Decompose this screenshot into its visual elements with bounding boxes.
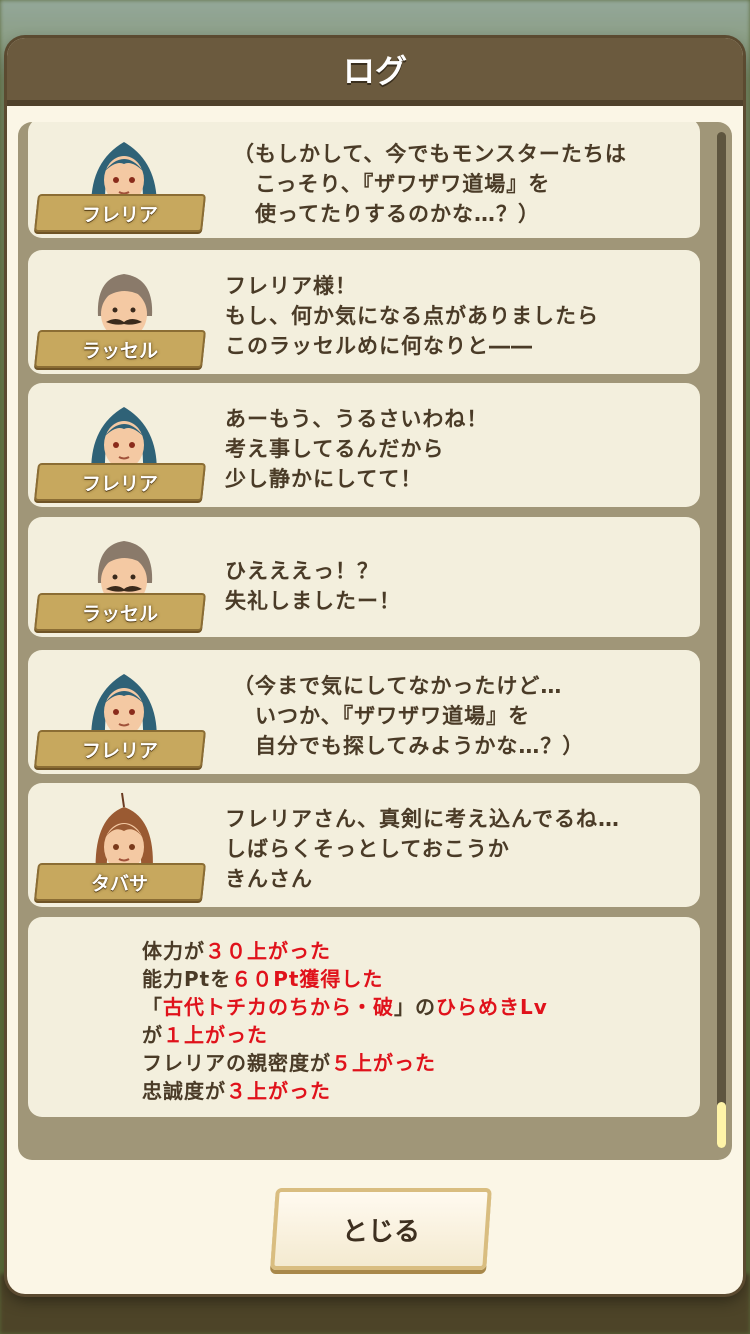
dialogue-line: フレリア様！ [225, 274, 357, 298]
close-button-label: とじる [341, 1216, 420, 1247]
speaker-nameplate: フレリア [34, 730, 206, 768]
speaker-nameplate: フレリア [34, 463, 206, 501]
result-text: 」の [394, 995, 436, 1019]
result-text: が [142, 1023, 163, 1047]
modal-header: ログ [7, 38, 743, 106]
log-entry: ラッセル フレリア様！ もし、何か気になる点がありましたら このラッセルめに何なりと―… [28, 250, 700, 374]
results-card: 体力が３０上がった 能力Ptを６０Pt獲得した 「古代トチカのちから・破」のひらめき… [28, 917, 700, 1117]
result-value: ひらめきLv [436, 995, 548, 1019]
speaker-nameplate: ラッセル [34, 330, 206, 368]
result-line: 忠誠度が３上がった [142, 1075, 331, 1104]
result-value: ５上がった [331, 1051, 436, 1075]
dialogue-line: このラッセルめに何なりと―― [225, 334, 533, 358]
dialogue-line: （今まで気にしてなかったけど… [233, 674, 563, 698]
dialogue-line: 少し静かにしてて！ [225, 467, 423, 491]
result-line: フレリアの親密度が５上がった [142, 1047, 436, 1076]
result-line: 能力Ptを６０Pt獲得した [142, 963, 383, 992]
log-modal: ログ フレリア （もしかして、今でもモンスターたちは こっそり、『ザワザワ道場』を… [7, 38, 743, 1294]
log-scroll-area[interactable]: フレリア （もしかして、今でもモンスターたちは こっそり、『ザワザワ道場』を 使っ… [18, 122, 732, 1160]
log-entry: フレリア （もしかして、今でもモンスターたちは こっそり、『ザワザワ道場』を 使っ… [28, 122, 700, 238]
result-value: ３０上がった [205, 939, 331, 963]
speaker-name: フレリア [81, 203, 158, 226]
result-value: ６０Pt獲得した [231, 967, 384, 991]
log-entry: フレリア （今まで気にしてなかったけど… いつか、『ザワザワ道場』を 自分でも探し… [28, 650, 700, 774]
dialogue-line: （もしかして、今でもモンスターたちは [233, 142, 627, 166]
result-text: 忠誠度が [142, 1079, 226, 1103]
speaker-name: タバサ [91, 872, 149, 895]
result-value: 古代トチカのちから・破 [163, 995, 394, 1019]
dialogue-line: あーもう、うるさいわね！ [225, 407, 489, 431]
dialogue-line: しばらくそっとしておこうか [225, 837, 510, 861]
result-text: 「 [142, 995, 163, 1019]
dialogue-line: ひえええっ！？ [225, 559, 379, 583]
dialogue-line: きんさん [225, 867, 313, 891]
result-value: ３上がった [226, 1079, 331, 1103]
dialogue-line: 考え事してるんだから [225, 437, 445, 461]
speaker-nameplate: ラッセル [34, 593, 206, 631]
dialogue-line: 使ってたりするのかな…？） [233, 202, 540, 226]
result-text: 能力Ptを [142, 967, 232, 991]
log-entry: タバサ フレリアさん、真剣に考え込んでるね… しばらくそっとしておこうか きんさん [28, 783, 700, 907]
result-line: 体力が３０上がった [142, 935, 331, 964]
result-line: 「古代トチカのちから・破」のひらめきLv [142, 991, 548, 1020]
speaker-nameplate: タバサ [34, 863, 206, 901]
speaker-name: ラッセル [81, 602, 158, 625]
result-value: １上がった [163, 1023, 268, 1047]
dialogue-line: こっそり、『ザワザワ道場』を [233, 172, 551, 196]
speaker-name: フレリア [81, 472, 158, 495]
dialogue-line: 失礼しましたー！ [225, 589, 401, 613]
speaker-name: ラッセル [81, 339, 158, 362]
result-text: 体力が [142, 939, 205, 963]
log-entry: フレリア あーもう、うるさいわね！ 考え事してるんだから 少し静かにしてて！ [28, 383, 700, 507]
close-button[interactable]: とじる [270, 1188, 492, 1270]
speaker-nameplate: フレリア [34, 194, 206, 232]
modal-title: ログ [342, 52, 407, 90]
dialogue-line: もし、何か気になる点がありましたら [225, 304, 599, 328]
dialogue-line: 自分でも探してみようかな…？） [233, 734, 585, 758]
log-entry: ラッセル ひえええっ！？ 失礼しましたー！ [28, 517, 700, 637]
dialogue-line: フレリアさん、真剣に考え込んでるね… [225, 807, 620, 831]
scrollbar-thumb[interactable] [717, 1102, 726, 1148]
scrollbar[interactable] [717, 132, 726, 1148]
result-text: フレリアの親密度が [142, 1051, 331, 1075]
result-line: が１上がった [142, 1019, 268, 1048]
speaker-name: フレリア [81, 739, 158, 762]
dialogue-line: いつか、『ザワザワ道場』を [233, 704, 531, 728]
